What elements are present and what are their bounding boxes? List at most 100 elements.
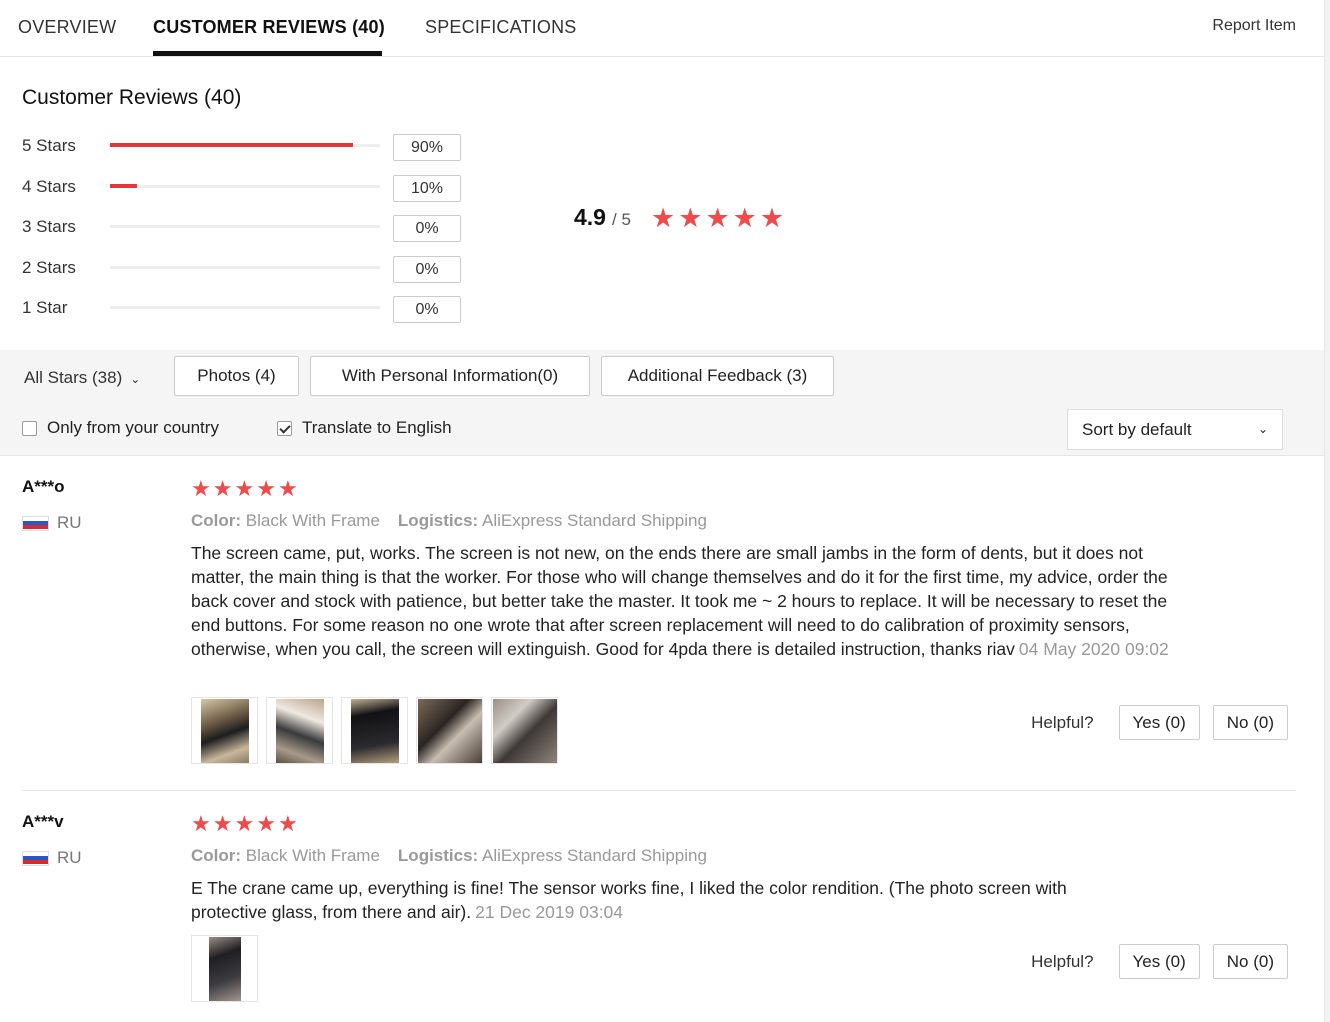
- all-stars-dropdown[interactable]: All Stars (38) ⌄: [24, 368, 140, 388]
- translate-label: Translate to English: [302, 418, 452, 437]
- checkbox-box[interactable]: [277, 420, 292, 436]
- helpful-no-button[interactable]: No (0): [1212, 705, 1288, 740]
- star-icon: ★: [651, 203, 676, 233]
- active-tab-indicator: [153, 51, 382, 56]
- star-icon: ★: [234, 476, 255, 501]
- country-code: RU: [57, 513, 82, 532]
- review-photo-thumbnail[interactable]: [491, 697, 558, 764]
- rating-percent-box: 90%: [393, 134, 461, 161]
- star-icon: ★: [191, 811, 211, 836]
- russia-flag-icon: [22, 515, 49, 531]
- star-icon: ★: [212, 476, 233, 501]
- review-divider: [22, 790, 1296, 791]
- rating-row-5: 5 Stars 90%: [22, 134, 472, 161]
- average-rating: 4.9: [574, 204, 606, 230]
- rating-row-1: 1 Star 0%: [22, 296, 472, 323]
- additional-feedback-filter-button[interactable]: Additional Feedback (3): [601, 356, 834, 396]
- reviews-summary-title: Customer Reviews (40): [22, 86, 242, 109]
- review-photo-thumbnail[interactable]: [191, 935, 258, 1002]
- review-photos: [191, 697, 558, 764]
- star-icon: ★: [212, 811, 233, 836]
- report-item-link[interactable]: Report Item: [1212, 17, 1296, 35]
- all-stars-label: All Stars (38): [24, 368, 123, 387]
- color-attr-value: Black With Frame: [245, 511, 380, 530]
- rating-row-label: 3 Stars: [22, 217, 76, 236]
- rating-row-label: 1 Star: [22, 298, 68, 317]
- review-item: A***v RU ★ ★ ★ ★ ★ Color: Black With Frame Lo…: [0, 812, 1324, 1012]
- helpful-no-button[interactable]: No (0): [1212, 944, 1288, 979]
- rating-row-3: 3 Stars 0%: [22, 215, 472, 242]
- helpful-label: Helpful?: [1031, 951, 1094, 971]
- helpful-vote: Helpful? Yes (0) No (0): [1031, 944, 1288, 979]
- rating-percent-box: 0%: [393, 256, 461, 283]
- star-icon: ★: [759, 203, 785, 233]
- rating-row-label: 5 Stars: [22, 136, 76, 155]
- logistics-attr-label: Logistics:: [397, 511, 479, 530]
- review-text: E The crane came up, everything is fine!…: [191, 876, 1131, 924]
- logistics-attr-value: AliExpress Standard Shipping: [482, 511, 707, 530]
- photos-filter-button[interactable]: Photos (4): [174, 356, 299, 396]
- review-attributes: Color: Black With Frame Logistics: AliExp…: [191, 511, 707, 531]
- russia-flag-icon: [22, 850, 49, 866]
- reviewer-country: RU: [22, 848, 82, 868]
- rating-row-2: 2 Stars 0%: [22, 256, 472, 283]
- rating-row-4: 4 Stars 10%: [22, 175, 472, 202]
- reviewer-name: A***o: [22, 477, 65, 496]
- review-star-rating: ★ ★ ★ ★ ★: [191, 477, 298, 501]
- rating-bar-track: [110, 184, 380, 188]
- review-star-rating: ★ ★ ★ ★ ★: [191, 812, 298, 836]
- reviewer-country: RU: [22, 513, 82, 533]
- tab-specifications[interactable]: SPECIFICATIONS: [425, 17, 577, 38]
- review-date: 04 May 2020 09:02: [1018, 639, 1169, 659]
- star-icon: ★: [678, 203, 703, 233]
- star-icon: ★: [191, 476, 211, 501]
- review-body: E The crane came up, everything is fine!…: [191, 878, 1067, 922]
- review-photo-thumbnail[interactable]: [191, 697, 258, 764]
- logistics-attr-value: AliExpress Standard Shipping: [482, 846, 707, 865]
- chevron-down-icon: ⌄: [130, 372, 141, 386]
- rating-bar-track: [110, 143, 380, 147]
- sort-dropdown[interactable]: Sort by default ⌄: [1067, 409, 1283, 450]
- sort-label: Sort by default: [1082, 420, 1192, 439]
- logistics-attr-label: Logistics:: [397, 846, 479, 865]
- star-icon: ★: [705, 203, 730, 233]
- helpful-yes-button[interactable]: Yes (0): [1118, 705, 1200, 740]
- rating-bar-track: [110, 266, 380, 269]
- vertical-scrollbar[interactable]: [1324, 0, 1330, 1022]
- rating-bar-fill: [110, 143, 353, 147]
- review-photos: [191, 935, 258, 1002]
- average-star-rating: ★ ★ ★ ★ ★: [651, 204, 784, 232]
- star-icon: ★: [732, 203, 757, 233]
- helpful-label: Helpful?: [1031, 712, 1094, 732]
- review-photo-thumbnail[interactable]: [341, 697, 408, 764]
- rating-percent-box: 0%: [393, 296, 461, 323]
- rating-percent-box: 0%: [393, 215, 461, 242]
- star-icon: ★: [277, 811, 298, 836]
- color-attr-label: Color:: [191, 511, 242, 530]
- review-filter-bar: All Stars (38) ⌄ Photos (4) With Personal…: [0, 350, 1324, 456]
- color-attr-label: Color:: [191, 846, 242, 865]
- translate-checkbox[interactable]: Translate to English: [277, 418, 452, 438]
- rating-row-label: 2 Stars: [22, 258, 76, 277]
- tab-bar: OVERVIEW CUSTOMER REVIEWS (40) SPECIFICA…: [0, 0, 1324, 57]
- rating-bar-track: [110, 225, 380, 228]
- star-icon: ★: [234, 811, 255, 836]
- personal-info-filter-button[interactable]: With Personal Information(0): [310, 356, 590, 396]
- country-code: RU: [57, 848, 82, 867]
- star-icon: ★: [256, 811, 276, 836]
- helpful-vote: Helpful? Yes (0) No (0): [1031, 705, 1288, 740]
- rating-row-label: 4 Stars: [22, 177, 76, 196]
- tab-customer-reviews[interactable]: CUSTOMER REVIEWS (40): [153, 17, 385, 38]
- only-country-checkbox[interactable]: Only from your country: [22, 418, 219, 438]
- review-photo-thumbnail[interactable]: [266, 697, 333, 764]
- star-icon: ★: [256, 476, 276, 501]
- reviewer-name: A***v: [22, 812, 64, 831]
- helpful-yes-button[interactable]: Yes (0): [1118, 944, 1200, 979]
- tab-overview[interactable]: OVERVIEW: [18, 17, 116, 38]
- rating-bar-track: [110, 306, 380, 309]
- review-item: A***o RU ★ ★ ★ ★ ★ Color: Black With Frame Lo…: [0, 477, 1324, 777]
- checkbox-box[interactable]: [22, 420, 37, 436]
- review-photo-thumbnail[interactable]: [416, 697, 483, 764]
- color-attr-value: Black With Frame: [245, 846, 380, 865]
- rating-percent-box: 10%: [393, 175, 461, 202]
